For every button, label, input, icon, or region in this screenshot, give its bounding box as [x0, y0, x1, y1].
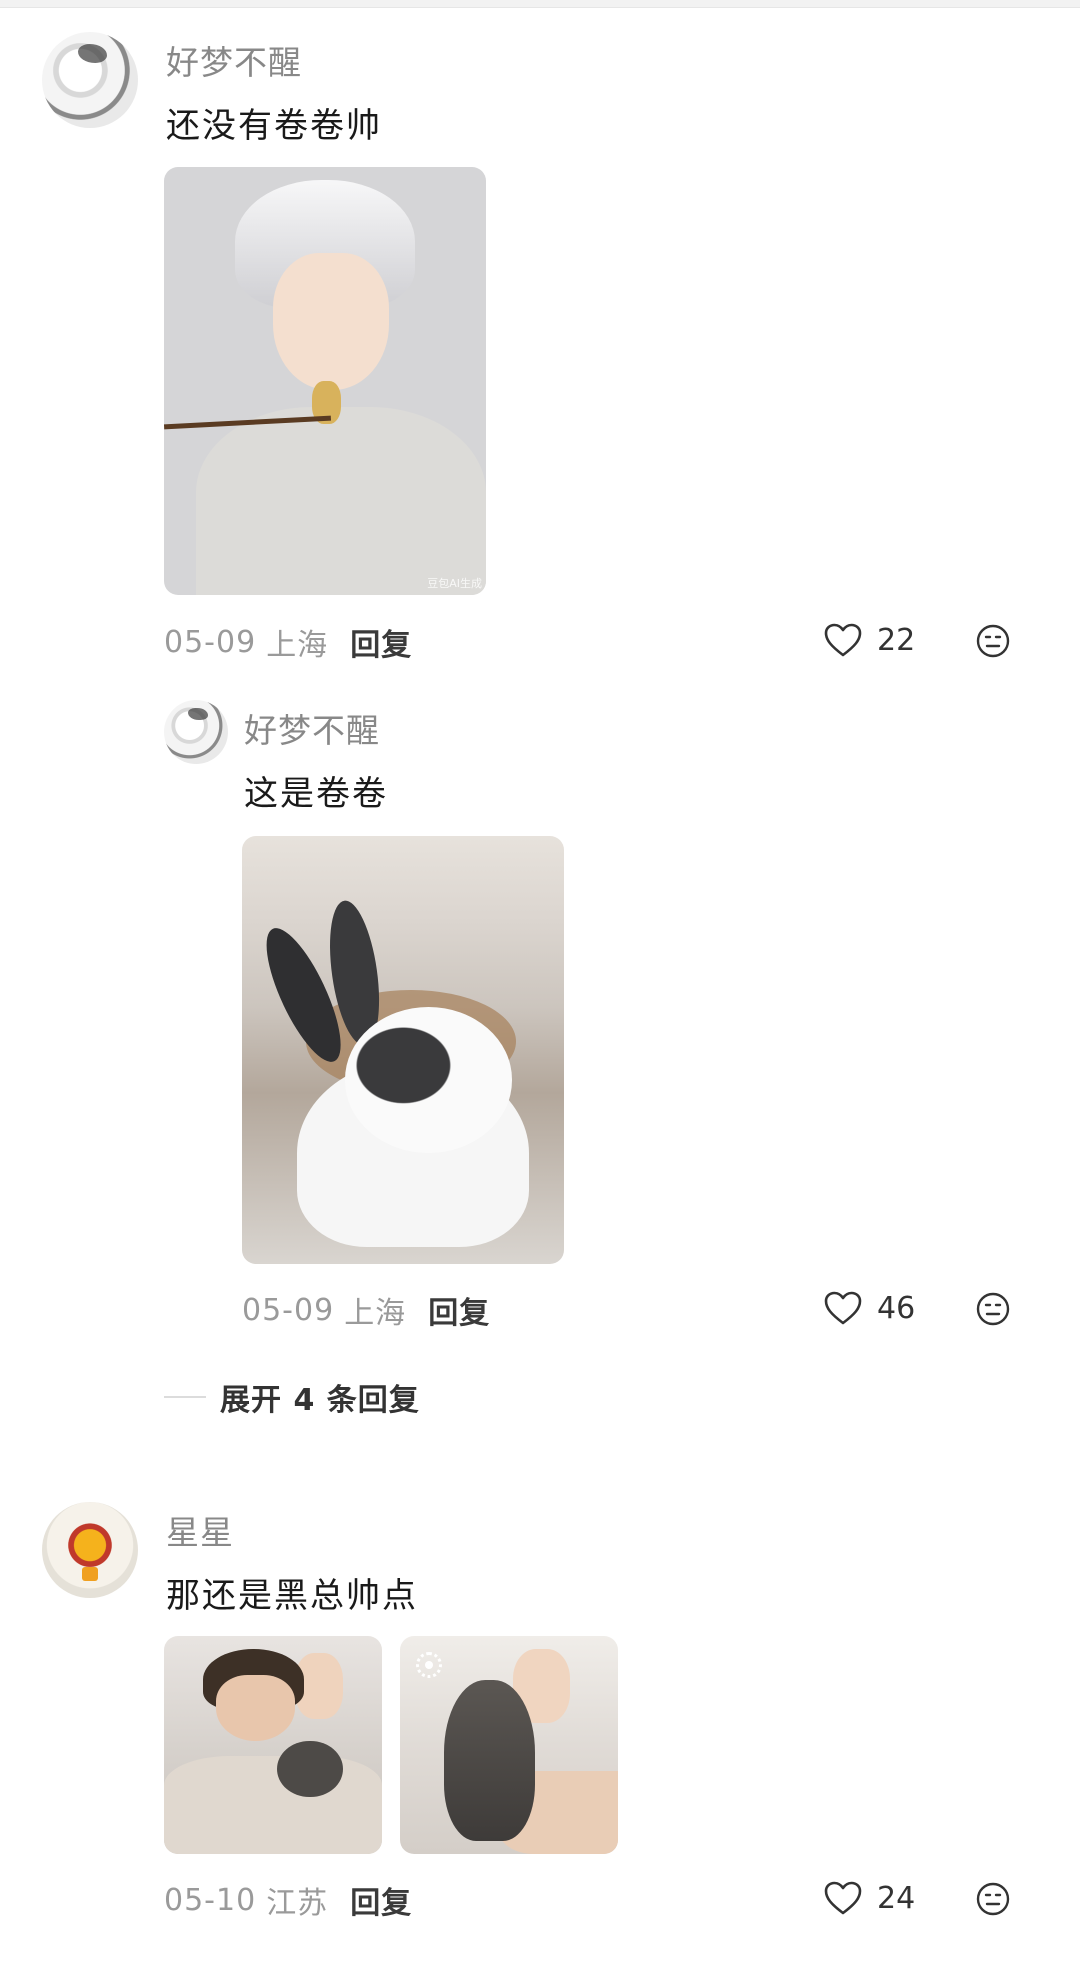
comment-date: 05-10 [164, 1882, 257, 1918]
emoji-face-icon[interactable] [976, 1292, 1010, 1326]
top-divider [0, 0, 1080, 8]
expand-replies-label: 展开 4 条回复 [220, 1383, 420, 1418]
expand-replies-button[interactable]: 展开 4 条回复 [164, 1375, 420, 1419]
image-face [273, 252, 390, 390]
reply-avatar[interactable] [164, 700, 228, 764]
comment-image[interactable] [400, 1636, 618, 1854]
image-shirt [196, 406, 486, 595]
like-button[interactable]: 24 [823, 1880, 915, 1916]
like-count: 22 [877, 622, 916, 658]
comment-date: 05-09 [164, 624, 257, 660]
expand-divider [164, 1396, 206, 1398]
emoji-face-icon[interactable] [976, 1882, 1010, 1916]
reply-button[interactable]: 回复 [428, 1288, 490, 1332]
comment-meta: 05-10 江苏 回复 [164, 1878, 412, 1922]
comment-username[interactable]: 星星 [166, 1506, 234, 1554]
comment-text: 那还是黑总帅点 [166, 1576, 418, 1616]
reply-location: 上海 [344, 1296, 407, 1331]
image-face [216, 1675, 295, 1741]
comment-location: 上海 [266, 628, 329, 663]
comment-image[interactable]: 豆包AI生成 [164, 167, 486, 595]
avatar[interactable] [42, 32, 138, 128]
image-cat [277, 1740, 343, 1798]
like-count: 46 [877, 1290, 916, 1326]
heart-outline-icon [824, 1881, 862, 1915]
like-count: 24 [877, 1880, 916, 1916]
heart-outline-icon [824, 1291, 862, 1325]
comment-username[interactable]: 好梦不醒 [166, 36, 302, 84]
comment-text: 还没有卷卷帅 [166, 106, 382, 146]
image-watermark: 豆包AI生成 [427, 577, 482, 590]
reply-meta: 05-09 上海 回复 [242, 1288, 490, 1332]
comment-image[interactable] [164, 1636, 382, 1854]
reply-text: 这是卷卷 [244, 774, 388, 814]
live-photo-icon [416, 1652, 442, 1678]
heart-outline-icon [824, 623, 862, 657]
comment-location: 江苏 [266, 1886, 329, 1921]
reply-date: 05-09 [242, 1292, 335, 1328]
like-button[interactable]: 46 [823, 1290, 915, 1326]
comment-meta: 05-09 上海 回复 [164, 620, 412, 664]
like-button[interactable]: 22 [823, 622, 915, 658]
image-rabbit-head [345, 1007, 513, 1153]
reply-image[interactable] [242, 836, 564, 1264]
emoji-face-icon[interactable] [976, 624, 1010, 658]
image-shirt [164, 1755, 382, 1854]
avatar[interactable] [42, 1502, 138, 1598]
reply-button[interactable]: 回复 [350, 1878, 412, 1922]
image-cat [443, 1679, 536, 1841]
reply-button[interactable]: 回复 [350, 620, 412, 664]
reply-username[interactable]: 好梦不醒 [244, 704, 380, 752]
